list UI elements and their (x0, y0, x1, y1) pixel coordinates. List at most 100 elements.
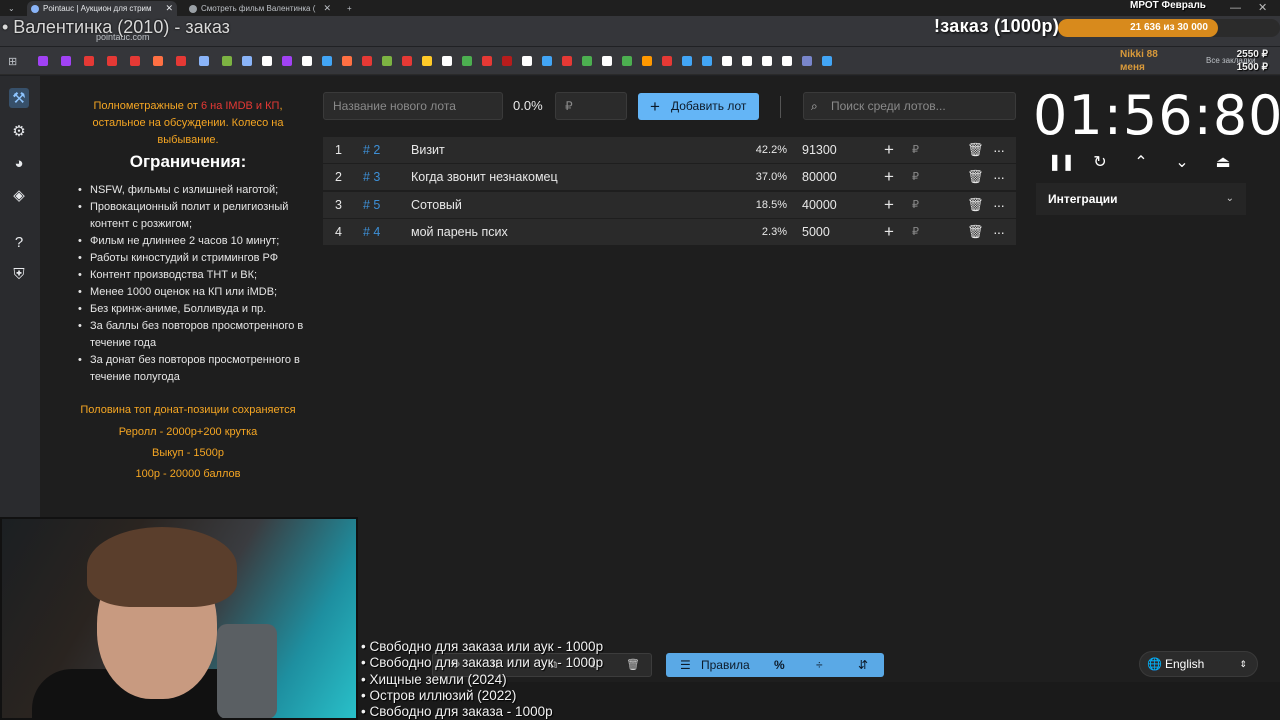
lot-amount[interactable]: 5000 (802, 219, 830, 245)
percent-toggle-icon[interactable]: % (774, 653, 785, 677)
rule-note: Половина топ донат-позиции сохраняется (80, 404, 296, 416)
bookmark-icon[interactable] (61, 56, 71, 66)
bookmark-icon[interactable] (130, 56, 140, 66)
layers-icon[interactable]: ◈ (9, 185, 29, 205)
new-tab-button[interactable]: + (343, 1, 361, 16)
lot-search-input[interactable]: ⌕ Поиск среди лотов... (803, 92, 1016, 120)
lot-amount[interactable]: 80000 (802, 164, 837, 190)
lot-id-link[interactable]: # 5 (363, 192, 380, 218)
sort-order-icon[interactable]: ⇵ (858, 653, 868, 677)
split-icon[interactable]: ÷ (816, 653, 823, 677)
bookmark-icon[interactable] (502, 56, 512, 66)
bookmark-icon[interactable] (542, 56, 552, 66)
eject-icon[interactable]: ⏏ (1212, 152, 1234, 174)
bookmark-icon[interactable] (38, 56, 48, 66)
bookmark-icon[interactable] (782, 56, 792, 66)
tab-valentinka[interactable]: Смотреть фильм Валентинка ( ✕ (185, 1, 335, 16)
language-value: English (1165, 657, 1205, 671)
bookmark-icon[interactable] (822, 56, 832, 66)
bookmark-icon[interactable] (722, 56, 732, 66)
bookmark-icon[interactable] (176, 56, 186, 66)
new-lot-amount-input[interactable]: ₽ (555, 92, 627, 120)
lot-row[interactable]: 3 # 5 Сотовый 18.5% 40000 + ₽ 🗑 ··· (323, 191, 1016, 218)
bookmark-icon[interactable] (462, 56, 472, 66)
lot-name[interactable]: Сотовый (411, 192, 462, 218)
lot-row[interactable]: 2 # 3 Когда звонит незнакомец 37.0% 80000 + ₽ 🗑… (323, 164, 1016, 191)
bookmark-icon[interactable] (242, 56, 252, 66)
auction-hammer-icon[interactable]: ⚒ (9, 88, 29, 108)
close-tab-icon[interactable]: ✕ (165, 1, 173, 16)
wheel-chart-icon[interactable]: ◕ (9, 153, 29, 173)
bookmark-icon[interactable] (762, 56, 772, 66)
trash-icon[interactable]: 🗑 (967, 164, 984, 190)
bookmark-icon[interactable] (222, 56, 232, 66)
bookmark-icon[interactable] (802, 56, 812, 66)
pause-icon[interactable]: ❚❚ (1048, 152, 1075, 174)
lot-id-link[interactable]: # 4 (363, 219, 380, 245)
trash-icon[interactable]: 🗑 (967, 192, 984, 218)
bookmark-icon[interactable] (622, 56, 632, 66)
minimize-icon[interactable]: — (1230, 2, 1241, 14)
add-lot-button[interactable]: + Добавить лот (638, 93, 759, 120)
add-amount-icon[interactable]: + (884, 192, 894, 218)
bookmark-icon[interactable] (262, 56, 272, 66)
bookmark-icon[interactable] (602, 56, 612, 66)
trash-icon[interactable]: 🗑 (967, 137, 984, 163)
more-options-icon[interactable]: ··· (993, 219, 1005, 245)
help-icon[interactable]: ? (9, 232, 29, 252)
new-lot-name-input[interactable]: Название нового лота (323, 92, 503, 120)
add-amount-icon[interactable]: + (884, 137, 894, 163)
bookmark-icon[interactable] (562, 56, 572, 66)
bookmark-icon[interactable] (742, 56, 752, 66)
more-options-icon[interactable]: ··· (993, 164, 1005, 190)
bookmark-icon[interactable] (402, 56, 412, 66)
lot-name[interactable]: мой парень псих (411, 219, 508, 245)
settings-gear-icon[interactable]: ⚙ (9, 121, 29, 141)
bookmark-icon[interactable] (153, 56, 163, 66)
clear-all-icon[interactable]: 🗑 (623, 654, 643, 676)
bookmark-icon[interactable] (662, 56, 672, 66)
apps-grid-icon[interactable]: ⊞ (8, 55, 17, 68)
bookmark-icon[interactable] (362, 56, 372, 66)
reset-icon[interactable]: ↻ (1089, 152, 1111, 174)
bookmark-icon[interactable] (282, 56, 292, 66)
tab-pointauc[interactable]: Pointauc | Аукцион для стрим ✕ (27, 1, 177, 16)
language-select[interactable]: 🌐 English ⇕ (1139, 651, 1258, 677)
window-close-icon[interactable]: ✕ (1258, 1, 1267, 14)
rules-button[interactable]: Правила (701, 653, 750, 677)
integrations-accordion[interactable]: Интеграции ⌄ (1036, 183, 1246, 215)
bookmark-icon[interactable] (522, 56, 532, 66)
bookmark-icon[interactable] (642, 56, 652, 66)
shield-check-icon[interactable]: ⛨ (9, 264, 29, 284)
bookmark-icon[interactable] (342, 56, 352, 66)
lot-row[interactable]: 1 # 2 Визит 42.2% 91300 + ₽ 🗑 ··· (323, 137, 1016, 163)
bookmark-icon[interactable] (107, 56, 117, 66)
bookmark-icon[interactable] (322, 56, 332, 66)
lot-id-link[interactable]: # 2 (363, 137, 380, 163)
bookmark-icon[interactable] (382, 56, 392, 66)
lot-amount[interactable]: 91300 (802, 137, 837, 163)
lot-name[interactable]: Когда звонит незнакомец (411, 164, 558, 190)
chevron-down-icon[interactable]: ⌄ (1171, 152, 1193, 174)
bookmark-icon[interactable] (482, 56, 492, 66)
chevron-up-icon[interactable]: ⌃ (1130, 152, 1152, 174)
more-options-icon[interactable]: ··· (993, 192, 1005, 218)
close-tab-icon[interactable]: ✕ (323, 1, 331, 16)
bookmark-icon[interactable] (199, 56, 209, 66)
bookmark-icon[interactable] (682, 56, 692, 66)
bookmark-icon[interactable] (702, 56, 712, 66)
lot-amount[interactable]: 40000 (802, 192, 837, 218)
bookmark-icon[interactable] (422, 56, 432, 66)
bookmark-icon[interactable] (442, 56, 452, 66)
trash-icon[interactable]: 🗑 (967, 219, 984, 245)
bookmark-icon[interactable] (84, 56, 94, 66)
lot-name[interactable]: Визит (411, 137, 445, 163)
bookmark-icon[interactable] (582, 56, 592, 66)
bookmark-icon[interactable] (302, 56, 312, 66)
lot-id-link[interactable]: # 3 (363, 164, 380, 190)
add-amount-icon[interactable]: + (884, 219, 894, 245)
tab-list-button[interactable]: ⌄ (2, 1, 20, 16)
more-options-icon[interactable]: ··· (993, 137, 1005, 163)
lot-row[interactable]: 4 # 4 мой парень псих 2.3% 5000 + ₽ 🗑 ··· (323, 218, 1016, 245)
add-amount-icon[interactable]: + (884, 164, 894, 190)
